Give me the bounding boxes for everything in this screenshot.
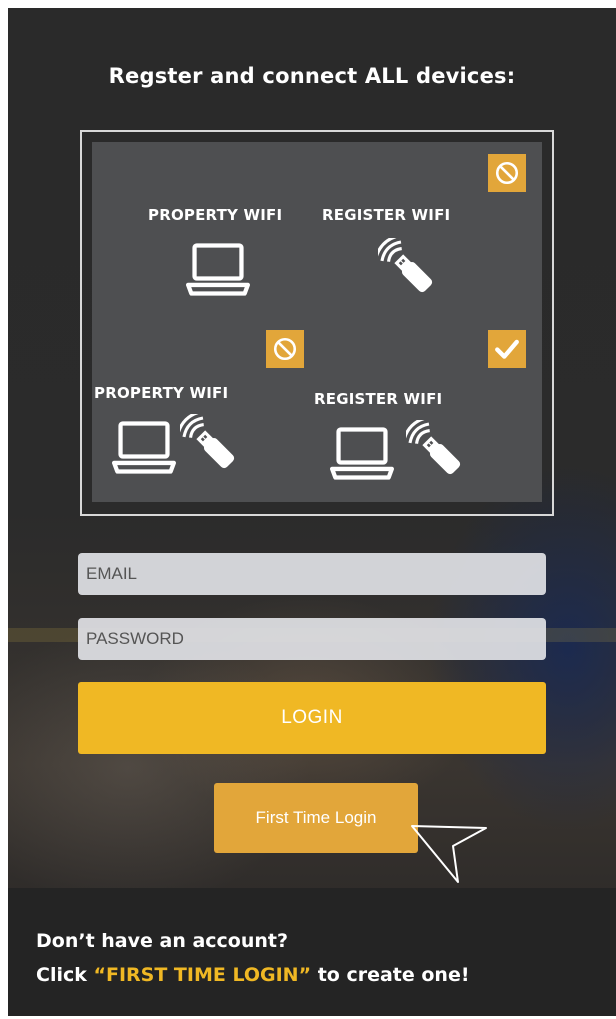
checkmark-icon [488, 330, 526, 368]
create-account-instruction: Click “FIRST TIME LOGIN” to create one! [36, 964, 470, 986]
pointer-cursor-icon [411, 825, 487, 883]
device-diagram: PROPERTY WIFI REGISTER WIFI PROPERTY WIF… [92, 142, 542, 502]
instruction-suffix: to create one! [311, 964, 470, 986]
login-screen: Regster and connect ALL devices: PROPERT… [8, 8, 616, 1016]
diagram-label-property-wifi-top: PROPERTY WIFI [148, 206, 283, 224]
email-input[interactable] [78, 553, 546, 595]
page-heading: Regster and connect ALL devices: [108, 64, 516, 88]
login-button[interactable]: LOGIN [78, 682, 546, 754]
info-band: Don’t have an account? Click “FIRST TIME… [8, 888, 616, 1016]
laptop-icon [112, 420, 176, 476]
laptop-icon [330, 426, 394, 482]
usb-wifi-dongle-icon [180, 414, 242, 476]
prohibited-icon [488, 154, 526, 192]
usb-wifi-dongle-icon [406, 420, 468, 482]
password-input[interactable] [78, 618, 546, 660]
diagram-label-property-wifi-bottom: PROPERTY WIFI [94, 384, 229, 402]
diagram-label-register-wifi-top: REGISTER WIFI [322, 206, 451, 224]
diagram-label-register-wifi-bottom: REGISTER WIFI [314, 390, 443, 408]
usb-wifi-dongle-icon [378, 238, 440, 300]
laptop-icon [186, 242, 250, 298]
first-time-login-button[interactable]: First Time Login [214, 783, 418, 853]
first-time-login-highlight: “FIRST TIME LOGIN” [93, 964, 312, 986]
instruction-prefix: Click [36, 964, 94, 986]
no-account-text: Don’t have an account? [36, 930, 289, 952]
prohibited-icon [266, 330, 304, 368]
